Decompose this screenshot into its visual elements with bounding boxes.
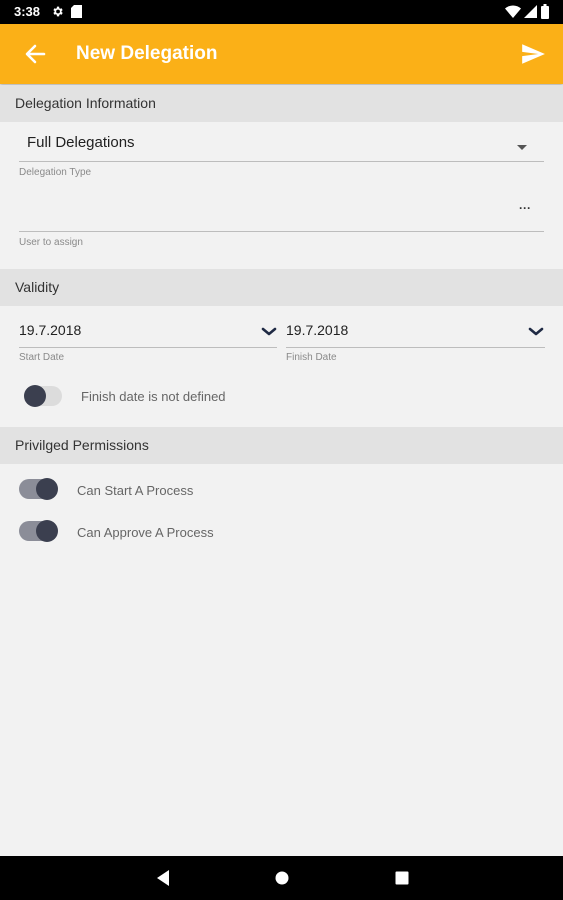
finish-date-field[interactable]: 19.7.2018 (286, 314, 545, 348)
signal-icon (524, 5, 537, 21)
start-date-field[interactable]: 19.7.2018 (19, 314, 277, 348)
start-date-caption: Start Date (19, 352, 65, 363)
finish-date-caption: Finish Date (286, 352, 337, 363)
user-to-assign-field[interactable]: ··· (19, 196, 544, 232)
sim-card-icon (71, 5, 82, 21)
recents-square-icon[interactable] (395, 871, 409, 890)
navigation-bar (0, 856, 563, 900)
can-start-process-toggle[interactable] (19, 477, 59, 500)
home-circle-icon[interactable] (275, 871, 289, 890)
arrow-back-icon[interactable] (22, 42, 48, 66)
toggle-thumb (36, 478, 58, 500)
delegation-type-dropdown[interactable]: Full Delegations (19, 124, 544, 162)
chevron-down-icon (528, 324, 544, 342)
user-to-assign-caption: User to assign (19, 237, 83, 248)
app-bar: New Delegation (0, 24, 563, 84)
toggle-thumb (24, 385, 46, 407)
wifi-icon (505, 5, 521, 21)
status-bar: 3:38 (0, 0, 563, 24)
section-header-delegation-information: Delegation Information (0, 85, 563, 122)
section-header-validity: Validity (0, 269, 563, 306)
finish-undefined-toggle[interactable] (24, 384, 64, 407)
battery-icon (541, 4, 549, 22)
start-date-value: 19.7.2018 (19, 322, 82, 338)
delegation-type-value: Full Delegations (27, 134, 135, 151)
back-triangle-icon[interactable] (155, 869, 171, 892)
more-options-icon[interactable]: ··· (519, 201, 531, 215)
delegation-type-caption: Delegation Type (19, 167, 92, 178)
toggle-thumb (36, 520, 58, 542)
chevron-down-icon (261, 324, 277, 342)
can-approve-process-toggle[interactable] (19, 519, 59, 542)
status-time: 3:38 (14, 4, 41, 19)
finish-undefined-label: Finish date is not defined (81, 389, 226, 404)
can-approve-process-label: Can Approve A Process (77, 525, 214, 540)
page-title: New Delegation (76, 43, 218, 64)
delegation-type-underline (19, 161, 544, 162)
user-to-assign-underline (19, 231, 544, 232)
finish-date-underline (286, 347, 545, 348)
gear-icon (51, 5, 64, 21)
section-header-permissions: Privilged Permissions (0, 427, 563, 464)
dropdown-arrow-icon (517, 138, 527, 156)
can-start-process-label: Can Start A Process (77, 483, 194, 498)
finish-date-value: 19.7.2018 (286, 322, 349, 338)
send-icon[interactable] (520, 41, 546, 67)
start-date-underline (19, 347, 277, 348)
